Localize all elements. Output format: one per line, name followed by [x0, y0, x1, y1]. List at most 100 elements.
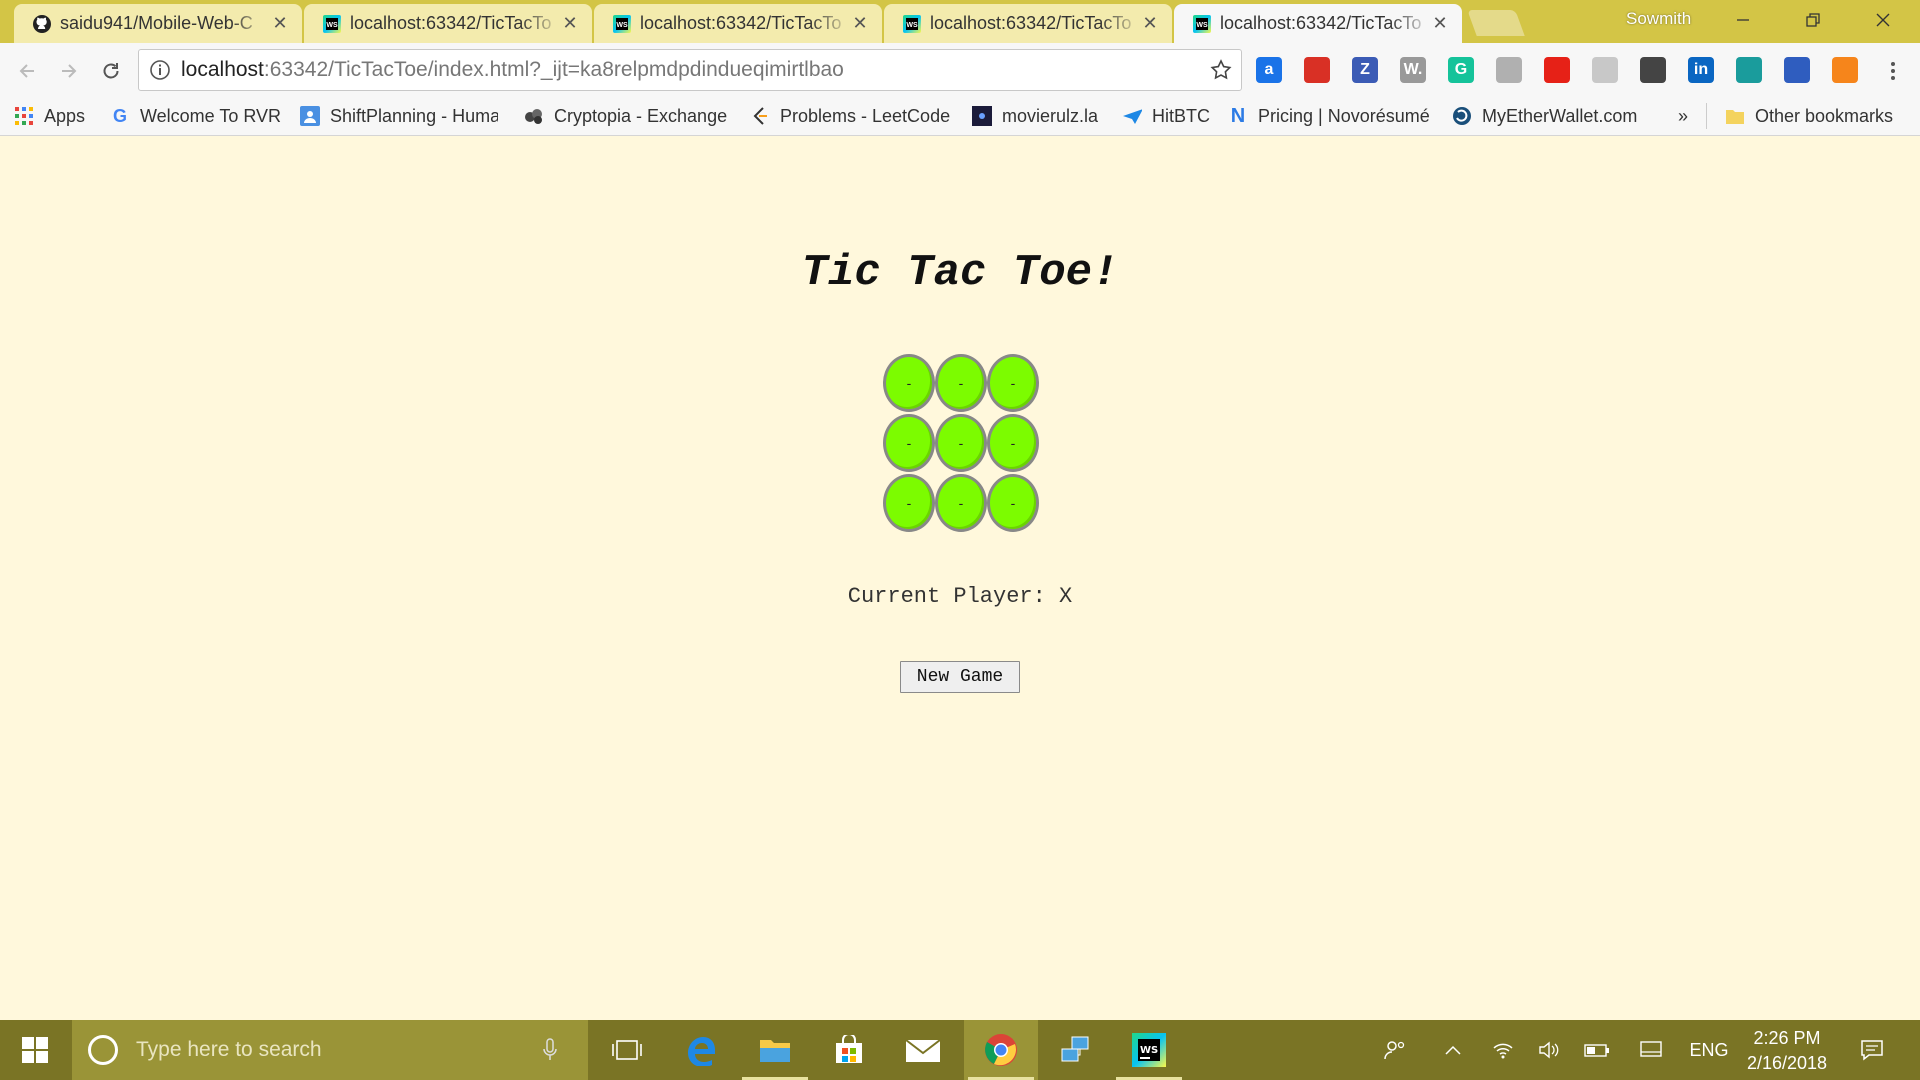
reload-button[interactable] — [96, 56, 126, 86]
taskbar-search-box[interactable]: Type here to search — [72, 1020, 588, 1080]
search-placeholder: Type here to search — [136, 1038, 322, 1061]
grammarly-icon[interactable]: G — [1448, 57, 1474, 83]
game-title: Tic Tac Toe! — [801, 248, 1119, 298]
evernote-icon[interactable] — [1640, 57, 1666, 83]
network-app-icon[interactable] — [1038, 1020, 1112, 1080]
clock[interactable]: 2:26 PM 2/16/2018 — [1732, 1026, 1842, 1076]
window-close-icon[interactable] — [1854, 0, 1912, 40]
myetherwallet-icon — [1452, 106, 1472, 126]
metamask-icon[interactable] — [1832, 57, 1858, 83]
bookmark-label: Other bookmarks — [1755, 105, 1894, 126]
forward-button[interactable] — [54, 56, 84, 86]
tab-localhost-active[interactable]: WS localhost:63342/TicTacTo ✕ — [1174, 4, 1462, 43]
board-cell[interactable]: - — [987, 414, 1039, 472]
board-cell[interactable]: - — [883, 414, 935, 472]
adblock-icon[interactable] — [1304, 57, 1330, 83]
tab-title: localhost:63342/TicTacTo — [640, 13, 842, 33]
file-explorer-icon[interactable] — [738, 1020, 812, 1080]
microphone-icon[interactable] — [542, 1038, 558, 1062]
close-icon[interactable]: ✕ — [562, 13, 578, 34]
new-tab-button[interactable] — [1467, 10, 1525, 36]
wordpress-w-icon[interactable]: W. — [1400, 57, 1426, 83]
language-indicator[interactable]: ENG — [1684, 1020, 1734, 1080]
bookmarks-overflow-button[interactable]: » — [1678, 97, 1688, 135]
mail-icon[interactable] — [886, 1020, 960, 1080]
action-center-icon[interactable] — [1852, 1020, 1892, 1080]
tab-localhost-1[interactable]: WS localhost:63342/TicTacTo ✕ — [304, 4, 592, 43]
bookmark-label: movierulz.la — [1002, 105, 1099, 126]
store-icon[interactable] — [812, 1020, 886, 1080]
close-icon[interactable]: ✕ — [1432, 13, 1448, 34]
chevron-up-icon[interactable] — [1440, 1020, 1466, 1080]
info-icon[interactable] — [149, 59, 171, 81]
bookmark-label: Cryptopia - Exchange — [554, 105, 728, 126]
board-cell[interactable]: - — [883, 354, 935, 412]
wifi-icon[interactable] — [1488, 1020, 1518, 1080]
pdf-icon[interactable] — [1592, 57, 1618, 83]
svg-text:WS: WS — [1140, 1045, 1158, 1056]
webstorm-taskbar-icon[interactable]: WS — [1112, 1020, 1186, 1080]
linkedin-icon[interactable]: in — [1688, 57, 1714, 83]
back-button[interactable] — [12, 56, 42, 86]
tab-localhost-2[interactable]: WS localhost:63342/TicTacTo ✕ — [594, 4, 882, 43]
menu-kebab-icon[interactable] — [1878, 56, 1908, 86]
movierulz-icon — [972, 106, 992, 126]
board-cell[interactable]: - — [935, 354, 987, 412]
refresh-ext-icon[interactable] — [1736, 57, 1762, 83]
other-bookmarks[interactable]: Other bookmarks — [1706, 103, 1893, 129]
close-icon[interactable]: ✕ — [852, 13, 868, 34]
windows-start-icon[interactable] — [0, 1020, 70, 1080]
display-icon[interactable] — [1636, 1020, 1666, 1080]
restore-icon[interactable] — [1784, 0, 1842, 40]
bookmarks-bar: Apps G Welcome To RVR ShiftPlanning - Hu… — [0, 97, 1920, 136]
bookmark-leetcode[interactable]: Problems - LeetCode — [750, 97, 950, 135]
board-cell[interactable]: - — [935, 474, 987, 532]
url-text[interactable]: localhost:63342/TicTacToe/index.html?_ij… — [181, 58, 844, 82]
url-path: :63342/TicTacToe/index.html?_ijt=ka8relp… — [263, 58, 844, 81]
dropbox-icon[interactable] — [1496, 57, 1522, 83]
board-cell[interactable]: - — [987, 474, 1039, 532]
url-host: localhost — [181, 58, 264, 81]
bookmark-shiftplanning[interactable]: ShiftPlanning - Huma — [300, 97, 498, 135]
hitbtc-icon — [1122, 106, 1142, 126]
bookmark-welcome-rvr[interactable]: G Welcome To RVR — [110, 97, 281, 135]
extension-a-icon[interactable]: a — [1256, 57, 1282, 83]
bookmark-label: Problems - LeetCode — [780, 105, 951, 126]
bookmark-apps[interactable]: Apps — [14, 97, 85, 135]
people-icon[interactable] — [1378, 1020, 1412, 1080]
edge-icon[interactable] — [664, 1020, 738, 1080]
bookmark-star-icon[interactable] — [1209, 58, 1233, 82]
youtube-icon[interactable] — [1544, 57, 1570, 83]
tab-strip: saidu941/Mobile-Web-C ✕ WS localhost:633… — [0, 0, 1920, 43]
tab-github[interactable]: saidu941/Mobile-Web-C ✕ — [14, 4, 302, 43]
chrome-icon[interactable] — [964, 1020, 1038, 1080]
webstorm-icon: WS — [902, 14, 922, 34]
close-icon[interactable]: ✕ — [272, 13, 288, 34]
bookmark-movierulz[interactable]: movierulz.la — [972, 97, 1098, 135]
ethereum-icon[interactable] — [1784, 57, 1810, 83]
address-bar[interactable]: localhost:63342/TicTacToe/index.html?_ij… — [138, 49, 1242, 91]
new-game-button[interactable]: New Game — [900, 661, 1020, 693]
zotero-icon[interactable]: Z — [1352, 57, 1378, 83]
bookmark-myetherwallet[interactable]: MyEtherWallet.com — [1452, 97, 1637, 135]
board-cell[interactable]: - — [935, 414, 987, 472]
task-view-icon[interactable] — [590, 1020, 664, 1080]
game-board: --------- — [883, 354, 1039, 534]
bookmark-cryptopia[interactable]: Cryptopia - Exchange — [524, 97, 727, 135]
current-player-status: Current Player: X — [847, 584, 1073, 609]
board-cell[interactable]: - — [987, 354, 1039, 412]
bookmark-label: Welcome To RVR — [140, 105, 282, 126]
tab-title: localhost:63342/TicTacTo — [350, 13, 552, 33]
board-cell[interactable]: - — [883, 474, 935, 532]
tab-localhost-3[interactable]: WS localhost:63342/TicTacTo ✕ — [884, 4, 1172, 43]
profile-name[interactable]: Sowmith — [1626, 9, 1691, 29]
google-icon: G — [112, 105, 127, 126]
minimize-icon[interactable] — [1714, 0, 1772, 40]
page-content: Tic Tac Toe! --------- Current Player: X… — [0, 136, 1920, 1020]
leetcode-icon — [750, 106, 770, 126]
volume-icon[interactable] — [1534, 1020, 1564, 1080]
battery-icon[interactable] — [1582, 1020, 1612, 1080]
close-icon[interactable]: ✕ — [1142, 13, 1158, 34]
bookmark-hitbtc[interactable]: HitBTC — [1122, 97, 1210, 135]
bookmark-novoresume[interactable]: N Pricing | Novorésumé — [1228, 97, 1430, 135]
